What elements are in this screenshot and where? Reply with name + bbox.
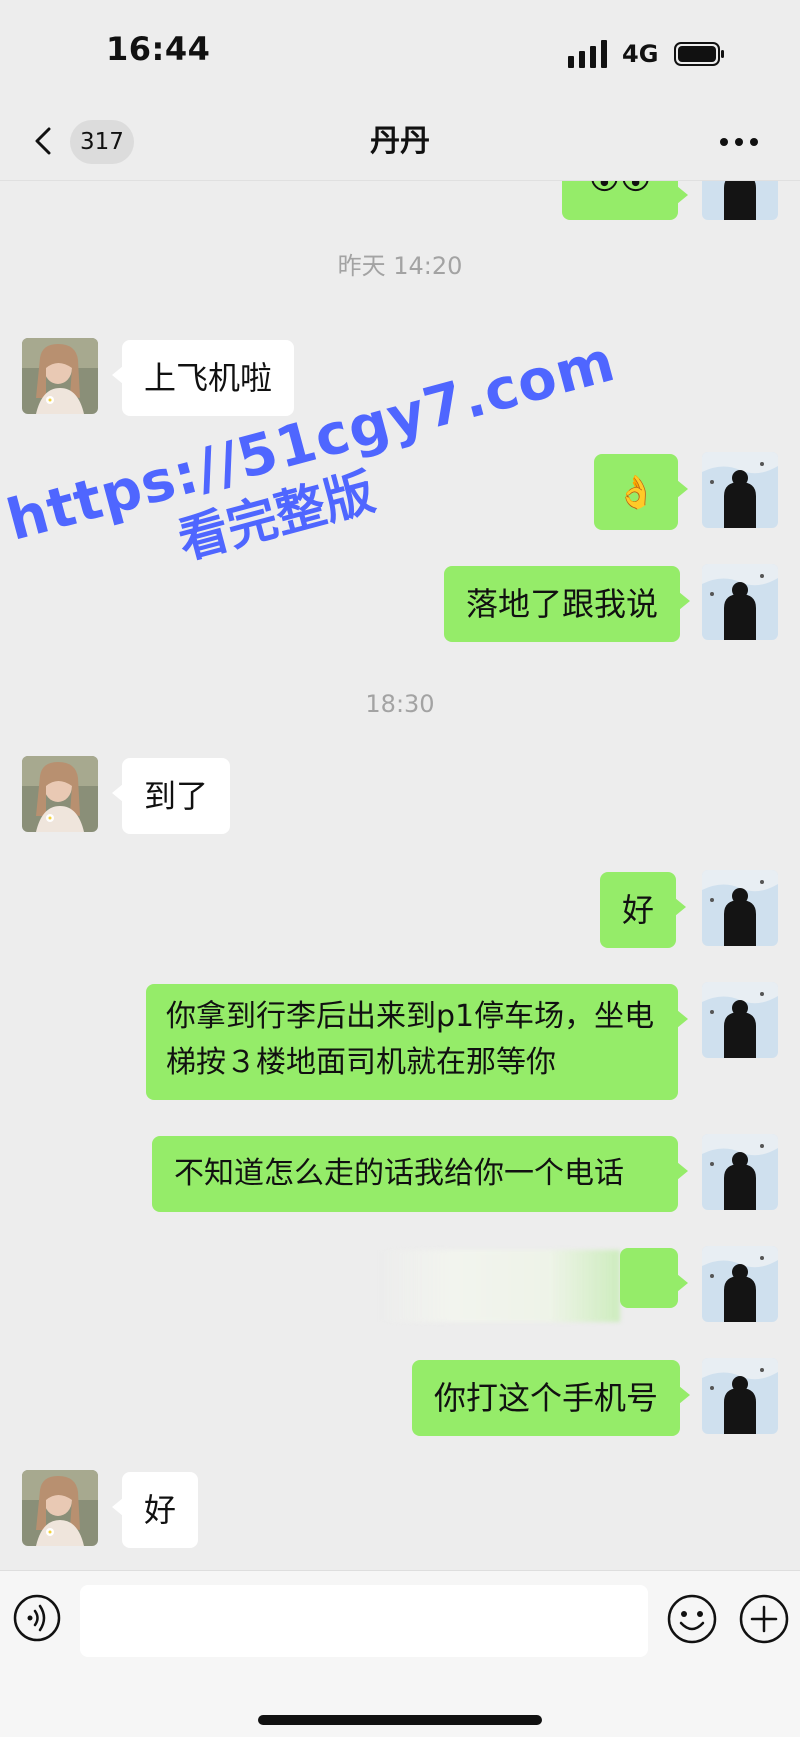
timestamp: 18:30 <box>365 690 435 718</box>
message-bubble-mine[interactable]: 你拿到行李后出来到p1停车场，坐电梯按３楼地面司机就在那等你 <box>146 984 688 1100</box>
avatar-contact[interactable] <box>22 1470 98 1546</box>
message-text: 不知道怎么走的话我给你一个电话 <box>174 1156 624 1191</box>
battery-icon <box>674 42 724 66</box>
message-row: 😵😵 <box>0 180 800 220</box>
more-horizontal-icon[interactable] <box>716 122 762 162</box>
input-bar <box>0 1570 800 1737</box>
message-bubble-contact[interactable]: 到了 <box>111 758 231 834</box>
status-time: 16:44 <box>106 30 211 68</box>
signal-bars-icon <box>568 40 607 68</box>
avatar-mine[interactable] <box>702 982 778 1058</box>
message-row: 你打这个手机号 <box>0 1358 800 1438</box>
message-bubble-mine[interactable]: 不知道怎么走的话我给你一个电话 <box>152 1136 688 1212</box>
message-row: 好 <box>0 870 800 950</box>
avatar-mine[interactable] <box>702 452 778 528</box>
timestamp: 昨天 14:20 <box>337 252 463 280</box>
avatar-mine[interactable] <box>702 180 778 220</box>
message-bubble-mine[interactable]: 好 <box>600 872 687 948</box>
message-text: 到了 <box>144 777 209 815</box>
nav-bar: 317 丹丹 <box>0 100 800 181</box>
smiley-icon[interactable] <box>666 1593 718 1645</box>
message-bubble-contact[interactable]: 上飞机啦 <box>111 340 295 416</box>
message-bubble-mine[interactable]: 你打这个手机号 <box>412 1360 691 1436</box>
avatar-mine[interactable] <box>702 870 778 946</box>
status-bar: 16:44 4G <box>0 0 800 100</box>
home-indicator <box>258 1715 542 1725</box>
plus-circle-icon[interactable] <box>738 1593 790 1645</box>
avatar-contact[interactable] <box>22 338 98 414</box>
message-bubble-mine[interactable] <box>620 1248 688 1308</box>
message-row: 你拿到行李后出来到p1停车场，坐电梯按３楼地面司机就在那等你 <box>0 982 800 1102</box>
message-input[interactable] <box>80 1585 648 1657</box>
message-text: 你打这个手机号 <box>434 1379 659 1417</box>
avatar-mine[interactable] <box>702 1358 778 1434</box>
avatar-mine[interactable] <box>702 1246 778 1322</box>
redacted-area <box>380 1250 620 1322</box>
avatar-mine[interactable] <box>702 564 778 640</box>
message-text: 你拿到行李后出来到p1停车场，坐电梯按３楼地面司机就在那等你 <box>166 999 655 1080</box>
message-text: 好 <box>144 1491 177 1529</box>
network-type: 4G <box>622 40 659 68</box>
message-text: 上飞机啦 <box>144 359 273 397</box>
chat-title: 丹丹 <box>370 124 430 159</box>
emoji-text: 👌 <box>616 473 656 511</box>
message-text: 落地了跟我说 <box>466 585 659 623</box>
message-row: 到了 <box>0 756 800 836</box>
emoji-text: 😵😵 <box>589 180 652 197</box>
avatar-mine[interactable] <box>702 1134 778 1210</box>
message-bubble-contact[interactable]: 好 <box>111 1472 199 1548</box>
message-row <box>0 1246 800 1326</box>
message-text: 好 <box>622 891 655 929</box>
message-row: 不知道怎么走的话我给你一个电话 <box>0 1134 800 1214</box>
message-row: 好 <box>0 1470 800 1550</box>
avatar-contact[interactable] <box>22 756 98 832</box>
voice-icon[interactable] <box>12 1593 62 1643</box>
message-bubble-mine[interactable]: 😵😵 <box>562 180 688 220</box>
message-bubble-mine[interactable]: 👌 <box>594 454 688 530</box>
